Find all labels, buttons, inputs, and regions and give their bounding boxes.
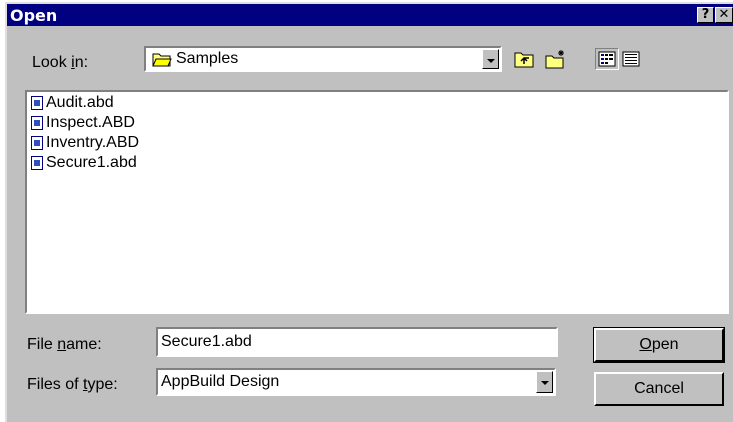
look-in-dropdown-button[interactable]: [482, 49, 499, 69]
cancel-button[interactable]: Cancel: [594, 372, 724, 406]
file-name-label: File name:: [27, 336, 102, 353]
file-item-label: Secure1.abd: [46, 154, 137, 171]
window-title: Open: [10, 6, 58, 25]
open-button[interactable]: Open: [593, 327, 725, 363]
list-item[interactable]: Inspect.ABD: [31, 113, 135, 133]
list-view-icon: [598, 51, 616, 67]
create-new-folder-icon: [545, 50, 564, 69]
list-item[interactable]: Inventry.ABD: [31, 133, 139, 153]
file-name-value: Secure1.abd: [161, 333, 252, 350]
help-button[interactable]: ?: [697, 7, 714, 23]
file-type-label: Files of type:: [27, 376, 118, 393]
document-icon: [31, 116, 43, 130]
list-item[interactable]: Secure1.abd: [31, 153, 137, 173]
details-view-button[interactable]: [619, 48, 643, 70]
file-type-value: AppBuild Design: [161, 373, 280, 390]
look-in-value: Samples: [176, 50, 239, 67]
document-icon: [31, 96, 43, 110]
file-type-dropdown-button[interactable]: [536, 371, 553, 393]
file-item-label: Inspect.ABD: [46, 114, 135, 131]
file-item-label: Inventry.ABD: [46, 134, 140, 151]
up-one-level-icon: [514, 52, 534, 68]
document-icon: [31, 136, 43, 150]
look-in-label: Look in:: [32, 54, 89, 71]
create-new-folder-button[interactable]: [544, 48, 568, 70]
file-type-combo[interactable]: AppBuild Design: [156, 368, 556, 396]
list-item[interactable]: Audit.abd: [31, 93, 114, 113]
file-list[interactable]: Audit.abd Inspect.ABD Inventry.ABD Secur…: [25, 90, 729, 314]
title-bar[interactable]: Open ? ✕: [7, 4, 733, 26]
folder-open-icon: [152, 53, 172, 67]
look-in-combo[interactable]: Samples: [144, 46, 502, 72]
file-name-field[interactable]: Secure1.abd: [156, 327, 558, 357]
close-button[interactable]: ✕: [715, 7, 733, 23]
file-item-label: Audit.abd: [46, 94, 114, 111]
details-view-icon: [622, 51, 640, 67]
list-view-button[interactable]: [595, 48, 619, 70]
document-icon: [31, 156, 43, 170]
open-dialog: Open ? ✕ Look in: Samples Audit.abd Insp…: [5, 2, 733, 422]
up-one-level-button[interactable]: [512, 48, 536, 70]
